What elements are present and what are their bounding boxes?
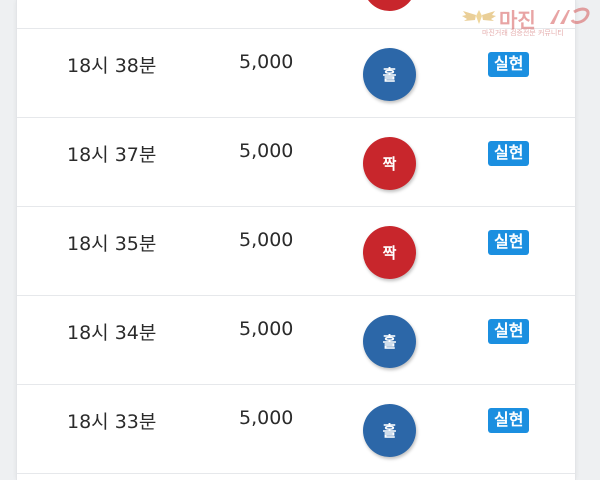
row-time: 18시 35분 — [67, 233, 157, 255]
row-time: 18시 34분 — [67, 322, 157, 344]
table-row-next — [17, 474, 575, 480]
row-amount: 5,000 — [239, 407, 294, 429]
watermark-tagline: 마진거래 검증전문 커뮤니티 — [482, 29, 564, 37]
row-amount: 5,000 — [239, 229, 294, 251]
result-label: 짝 — [382, 244, 397, 262]
status-badge: 실현 — [488, 230, 530, 255]
watermark-logo: 마진 마진거래 검증전문 커뮤니티 — [462, 4, 596, 38]
row-amount: 5,000 — [239, 140, 294, 162]
result-ball: 짝 — [363, 226, 416, 279]
result-label: 홀 — [382, 422, 397, 440]
result-ball: 홀 — [363, 315, 416, 368]
wings-emblem-icon — [462, 10, 496, 24]
status-badge: 실현 — [488, 141, 530, 166]
result-label: 홀 — [382, 333, 397, 351]
table-row[interactable]: 18시 37분 5,000 짝 실현 — [17, 118, 575, 207]
status-badge: 실현 — [488, 319, 530, 344]
status-badge: 실현 — [488, 52, 530, 77]
table-row[interactable]: 18시 34분 5,000 홀 실현 — [17, 296, 575, 385]
result-label: 짝 — [382, 155, 397, 173]
table-row[interactable]: 18시 35분 5,000 짝 실현 — [17, 207, 575, 296]
row-time: 18시 33분 — [67, 411, 157, 433]
result-label: 홀 — [382, 66, 397, 84]
table-row[interactable]: 18시 38분 5,000 홀 실현 — [17, 29, 575, 118]
swoosh-icon — [550, 7, 590, 24]
result-ball: 짝 — [363, 137, 416, 190]
history-list: 18시 38분 5,000 홀 실현 18시 37분 5,000 짝 실현 18… — [16, 0, 576, 480]
row-time: 18시 37분 — [67, 144, 157, 166]
status-badge: 실현 — [488, 408, 530, 433]
row-amount: 5,000 — [239, 51, 294, 73]
result-ball: 홀 — [363, 48, 416, 101]
table-row[interactable]: 18시 33분 5,000 홀 실현 — [17, 385, 575, 474]
row-time: 18시 38분 — [67, 55, 157, 77]
result-ball: 홀 — [363, 404, 416, 457]
row-amount: 5,000 — [239, 318, 294, 340]
